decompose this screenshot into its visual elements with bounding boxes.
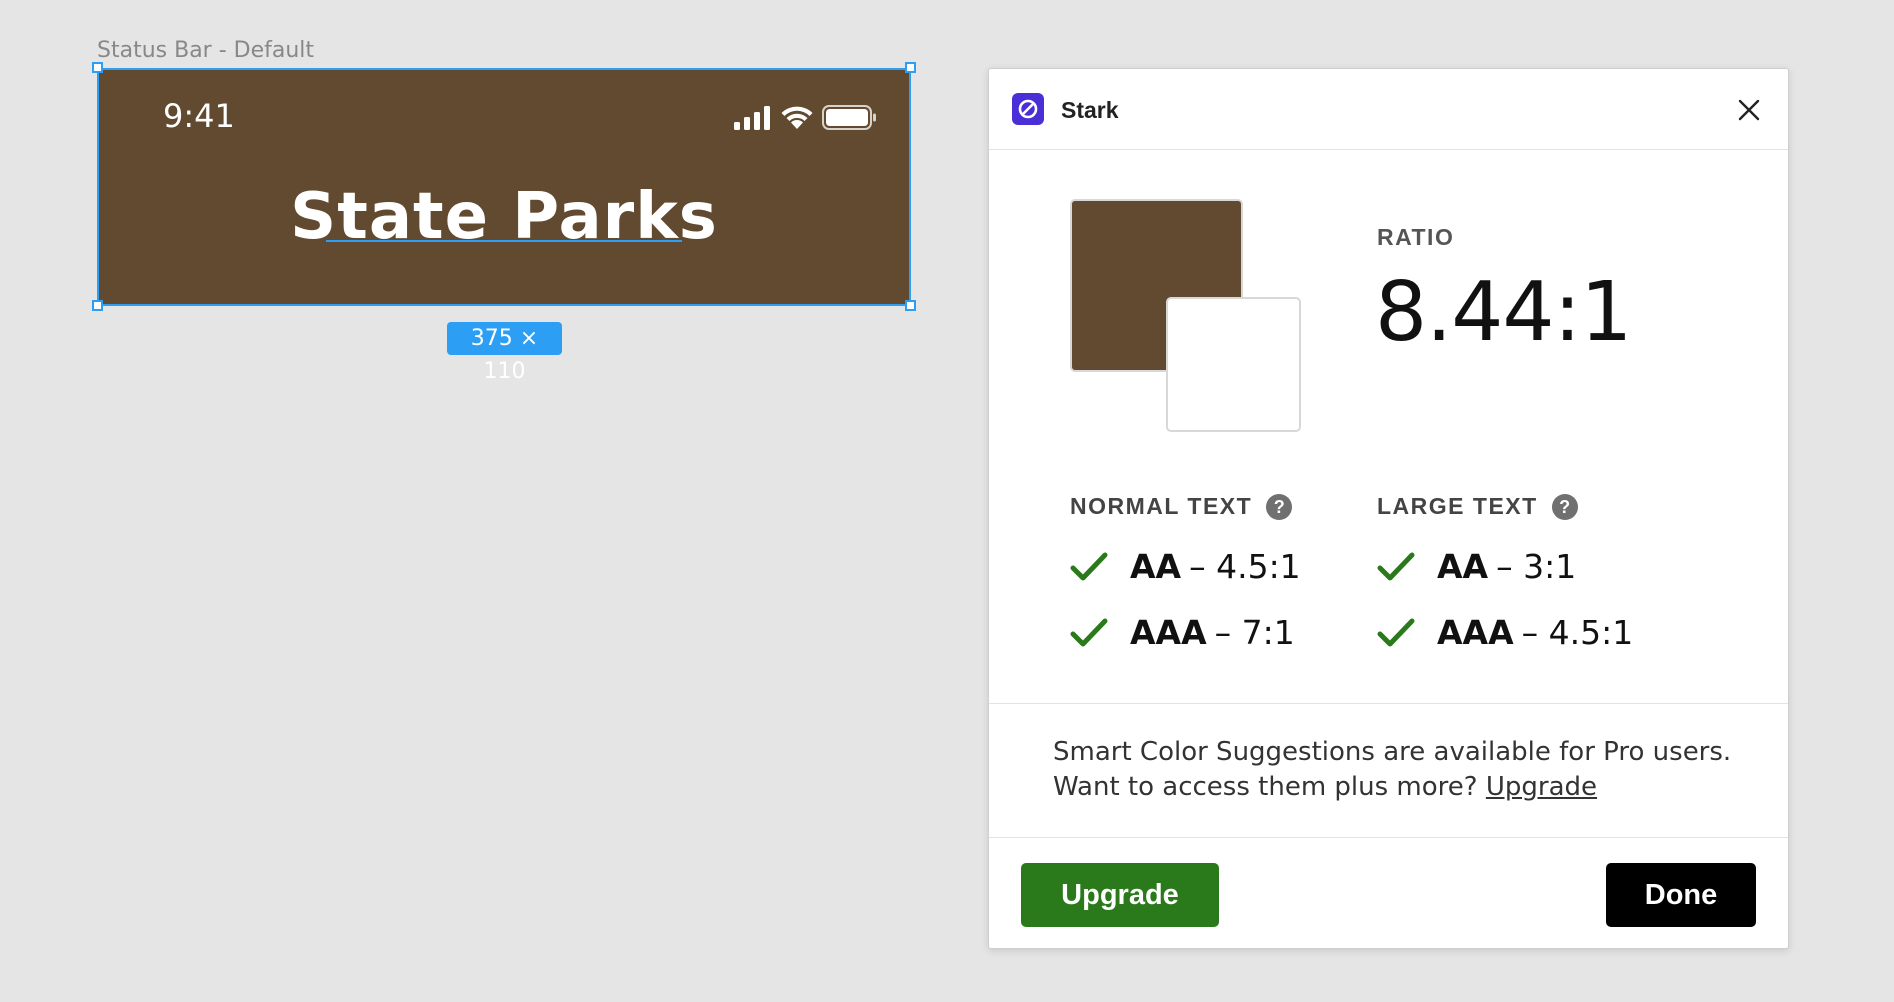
normal-text-label: NORMAL TEXT [1070, 493, 1253, 519]
level-label: AAA [1130, 613, 1207, 652]
ratio-label: RATIO [1377, 224, 1455, 250]
check-icon [1377, 618, 1415, 646]
check-icon [1377, 552, 1415, 580]
panel-header: Stark [989, 69, 1788, 150]
level-label: AA [1437, 547, 1489, 586]
help-icon[interactable]: ? [1551, 493, 1578, 520]
requirement-label: – 4.5:1 [1521, 613, 1634, 652]
promo-line-2: Want to access them plus more? [1053, 772, 1478, 802]
resize-handle-top-right[interactable] [905, 62, 916, 73]
requirement-label: – 3:1 [1496, 547, 1577, 586]
cellular-signal-icon [734, 106, 770, 130]
level-label: AA [1130, 547, 1182, 586]
wifi-icon [781, 106, 813, 129]
status-bar-icons [734, 104, 878, 130]
divider [989, 837, 1788, 838]
done-button[interactable]: Done [1606, 863, 1756, 927]
check-icon [1070, 552, 1108, 580]
stark-logo-icon [1012, 93, 1044, 125]
upgrade-link[interactable]: Upgrade [1486, 772, 1597, 802]
level-label: AAA [1437, 613, 1514, 652]
large-aaa-result: AAA – 4.5:1 [1377, 613, 1633, 652]
dimensions-badge: 375 × 110 [447, 322, 562, 384]
requirement-label: – 7:1 [1214, 613, 1295, 652]
contrast-ratio-value: 8.44:1 [1375, 265, 1632, 360]
panel-title: Stark [1061, 97, 1119, 123]
large-aa-result: AA – 3:1 [1377, 547, 1576, 586]
check-icon [1070, 618, 1108, 646]
frame-title[interactable]: State Parks [97, 180, 911, 254]
help-icon[interactable]: ? [1266, 493, 1293, 520]
resize-handle-bottom-right[interactable] [905, 300, 916, 311]
requirement-label: – 4.5:1 [1189, 547, 1301, 586]
stark-plugin-panel: Stark RATIO 8.44:1 NORMAL TEXT ? AA – 4.… [988, 68, 1789, 949]
battery-icon [822, 105, 876, 130]
close-icon[interactable] [1732, 93, 1766, 127]
normal-text-heading: NORMAL TEXT ? [1070, 493, 1293, 520]
frame-label[interactable]: Status Bar - Default [97, 38, 314, 63]
large-text-heading: LARGE TEXT ? [1377, 493, 1578, 520]
resize-handle-top-left[interactable] [92, 62, 103, 73]
divider [989, 703, 1788, 704]
normal-aaa-result: AAA – 7:1 [1070, 613, 1295, 652]
text-selection-underline [326, 240, 682, 242]
upgrade-button[interactable]: Upgrade [1021, 863, 1219, 927]
status-bar-time: 9:41 [163, 97, 235, 135]
normal-aa-result: AA – 4.5:1 [1070, 547, 1301, 586]
resize-handle-bottom-left[interactable] [92, 300, 103, 311]
background-color-swatch[interactable] [1166, 297, 1301, 432]
pro-promo-text: Smart Color Suggestions are available fo… [1053, 735, 1753, 805]
large-text-label: LARGE TEXT [1377, 493, 1538, 519]
promo-line-1: Smart Color Suggestions are available fo… [1053, 737, 1732, 767]
